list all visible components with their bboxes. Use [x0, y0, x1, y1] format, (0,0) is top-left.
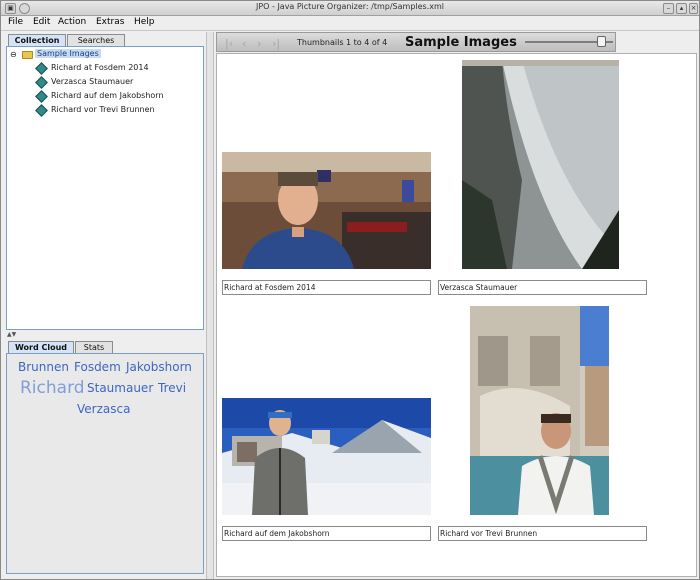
app-window: ▣ JPO - Java Picture Organizer: /tmp/Sam… [0, 0, 700, 580]
tree-item[interactable]: Verzasca Staumauer [51, 77, 133, 86]
thumbnail-image[interactable] [222, 152, 431, 269]
menu-file[interactable]: File [8, 17, 23, 27]
tree-item[interactable]: Richard at Fosdem 2014 [51, 63, 149, 72]
tab-word-cloud[interactable]: Word Cloud [8, 341, 74, 353]
horizontal-splitter-handle[interactable]: ▲▼ [7, 331, 16, 338]
thumbnail-count: Thumbnails 1 to 4 of 4 [297, 38, 388, 47]
vertical-splitter[interactable] [206, 32, 214, 579]
picture-node-icon [35, 90, 48, 103]
thumbnail-toolbar: |‹ ‹ › ›| Thumbnails 1 to 4 of 4 Sample … [216, 32, 616, 52]
thumbnail-caption[interactable]: Verzasca Staumauer [438, 280, 647, 295]
menu-action[interactable]: Action [58, 17, 86, 27]
thumbnail-pane: Richard at Fosdem 2014 Verzasca Staumaue… [216, 53, 697, 577]
tree-expand-toggle[interactable]: ⊖ [10, 50, 17, 59]
minimize-icon[interactable]: – [663, 3, 674, 14]
zoom-slider-thumb[interactable] [597, 36, 606, 47]
cloud-word[interactable]: Trevi [158, 381, 186, 395]
thumbnail-image[interactable] [470, 306, 609, 515]
tab-collection[interactable]: Collection [8, 34, 66, 46]
folder-icon [22, 51, 33, 59]
thumbnail-caption[interactable]: Richard at Fosdem 2014 [222, 280, 431, 295]
tree-item[interactable]: Richard vor Trevi Brunnen [51, 105, 155, 114]
thumbnail-caption[interactable]: Richard vor Trevi Brunnen [438, 526, 647, 541]
picture-node-icon [35, 76, 48, 89]
next-icon[interactable]: › [257, 37, 261, 50]
cloud-word[interactable]: Brunnen [18, 360, 69, 374]
tree-item[interactable]: Richard auf dem Jakobshorn [51, 91, 164, 100]
thumbnail-image[interactable] [462, 60, 619, 269]
close-icon[interactable]: × [689, 3, 698, 14]
tree-root[interactable]: Sample Images [35, 49, 101, 58]
cloud-word[interactable]: Staumauer [87, 381, 153, 395]
picture-node-icon [35, 62, 48, 75]
first-icon[interactable]: |‹ [225, 37, 233, 50]
title-bar: ▣ JPO - Java Picture Organizer: /tmp/Sam… [1, 1, 699, 16]
picture-node-icon [35, 104, 48, 117]
menu-edit[interactable]: Edit [33, 17, 50, 27]
previous-icon[interactable]: ‹ [242, 37, 246, 50]
menu-bar: File Edit Action Extras Help [1, 16, 699, 31]
group-title: Sample Images [405, 35, 517, 50]
thumbnail-image[interactable] [222, 398, 431, 515]
tab-searches[interactable]: Searches [67, 34, 125, 46]
cloud-word[interactable]: Verzasca [77, 402, 130, 416]
thumbnail-caption[interactable]: Richard auf dem Jakobshorn [222, 526, 431, 541]
cloud-word[interactable]: Richard [20, 378, 85, 398]
menu-help[interactable]: Help [134, 17, 155, 27]
tree-root-label: Sample Images [35, 49, 101, 58]
collection-tree[interactable]: ⊖ Sample Images Richard at Fosdem 2014 V… [6, 46, 204, 330]
tab-stats[interactable]: Stats [75, 341, 113, 353]
last-icon[interactable]: ›| [272, 37, 280, 50]
window-title: JPO - Java Picture Organizer: /tmp/Sampl… [255, 2, 445, 11]
menu-extras[interactable]: Extras [96, 17, 124, 27]
maximize-icon[interactable]: ▴ [676, 3, 687, 14]
word-cloud-panel: Brunnen Fosdem Jakobshorn Richard Stauma… [6, 353, 204, 574]
cloud-word[interactable]: Fosdem [74, 360, 121, 374]
cloud-word[interactable]: Jakobshorn [126, 360, 192, 374]
